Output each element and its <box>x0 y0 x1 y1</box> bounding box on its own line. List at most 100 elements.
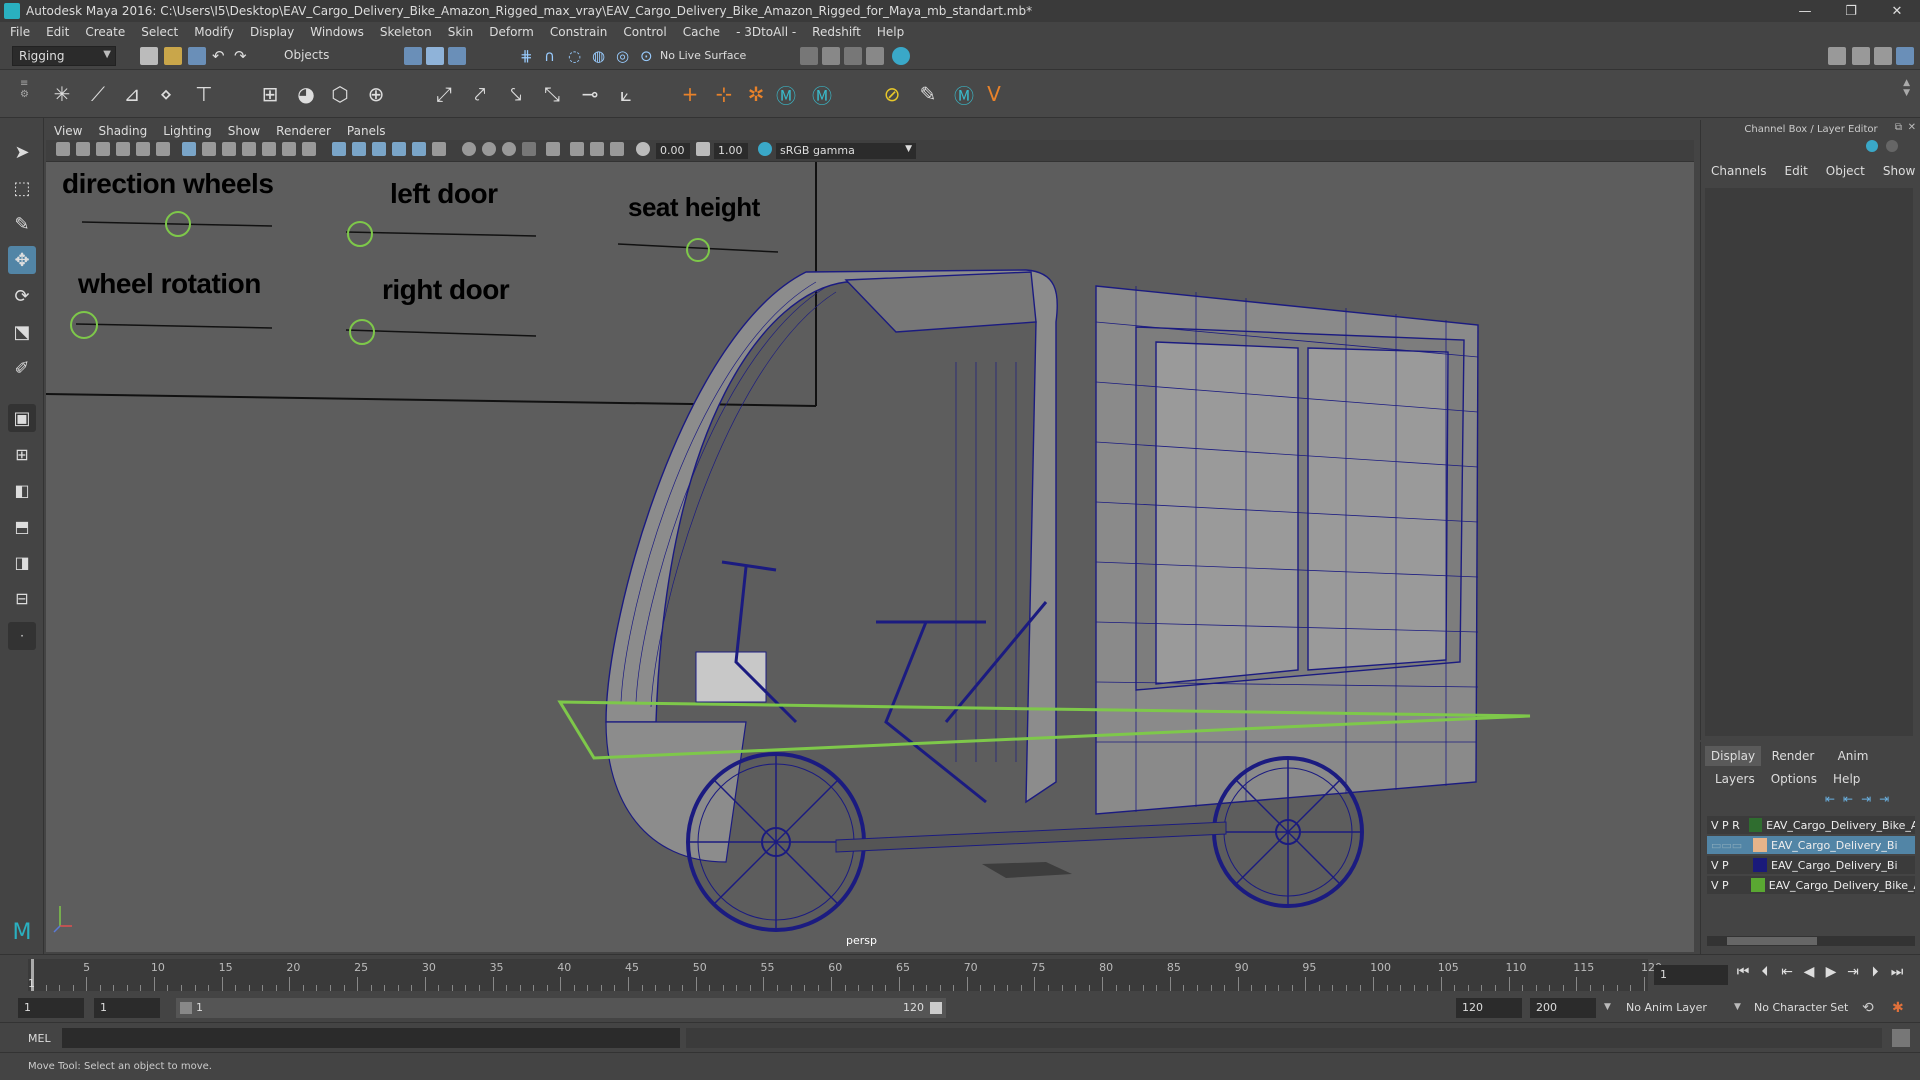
layer-menu-options[interactable]: Options <box>1771 772 1817 786</box>
select-component-icon[interactable] <box>448 47 466 65</box>
layer-flags[interactable]: ▭▭▭ <box>1707 839 1753 852</box>
wheel-rotation-control[interactable] <box>71 312 97 338</box>
parent-constraint-icon[interactable]: ⤥ <box>502 80 530 108</box>
step-back-icon[interactable]: ⏴ <box>1756 963 1774 981</box>
aim-constraint-icon[interactable]: ⊸ <box>576 80 604 108</box>
save-scene-icon[interactable] <box>188 47 206 65</box>
joint-tool-icon[interactable]: ✳ <box>48 80 76 108</box>
2d-pan-zoom-icon[interactable] <box>136 142 150 156</box>
screen-space-ao-icon[interactable] <box>462 142 476 156</box>
play-backwards-icon[interactable]: ◀ <box>1800 963 1818 981</box>
anim-layer-dropdown[interactable]: No Anim Layer <box>1620 998 1730 1018</box>
chevron-down-icon[interactable]: ▼ <box>1734 1002 1741 1012</box>
paint-weights-icon[interactable]: ◕ <box>292 80 320 108</box>
select-tool-icon[interactable]: ➤ <box>8 138 36 166</box>
bookmarks-icon[interactable] <box>96 142 110 156</box>
maximize-button[interactable]: ❐ <box>1828 0 1874 22</box>
menu-select[interactable]: Select <box>141 25 178 39</box>
select-object-icon[interactable] <box>426 47 444 65</box>
undo-icon[interactable]: ↶ <box>212 47 230 65</box>
animation-end-field[interactable]: 200 <box>1530 998 1596 1018</box>
menu-3dtoall[interactable]: - 3DtoAll - <box>736 25 796 39</box>
layer-color-swatch[interactable] <box>1751 878 1765 892</box>
persp-graph-layout-icon[interactable]: ⬒ <box>8 512 36 540</box>
persp-outliner-layout-icon[interactable]: ◧ <box>8 476 36 504</box>
film-gate-icon[interactable] <box>202 142 216 156</box>
xray-components-icon[interactable] <box>610 142 624 156</box>
scale-constraint-icon[interactable]: ⤡ <box>538 80 566 108</box>
timeline-ruler[interactable]: 5 10 15 20 25 30 35 40 45 50 55 60 65 70 75 80 85 90 95 100… <box>28 959 1662 991</box>
close-panel-icon[interactable]: ✕ <box>1908 122 1916 133</box>
step-forward-icon[interactable]: ⏵ <box>1866 963 1884 981</box>
tool-settings-icon[interactable] <box>1874 47 1892 65</box>
left-door-control[interactable] <box>348 222 372 246</box>
anti-aliasing-icon[interactable] <box>502 142 516 156</box>
playback-start-field[interactable]: 1 <box>94 998 160 1018</box>
scale-tool-icon[interactable]: ⬔ <box>8 318 36 346</box>
panel-menu-renderer[interactable]: Renderer <box>276 124 331 138</box>
layer-flags[interactable]: V P <box>1707 879 1751 892</box>
single-perspective-view-icon[interactable]: ▣ <box>8 404 36 432</box>
animation-prefs-icon[interactable]: ✱ <box>1892 1000 1904 1016</box>
character-set-dropdown[interactable]: No Character Set <box>1748 998 1858 1018</box>
channel-box-toggle-icon[interactable] <box>1896 47 1914 65</box>
go-to-start-icon[interactable]: ⏮ <box>1734 963 1752 981</box>
motion-blur-icon[interactable] <box>482 142 496 156</box>
exposure-field[interactable]: 0.00 <box>656 143 690 159</box>
range-slider[interactable]: 1 120 <box>176 998 946 1018</box>
range-slider-end-handle[interactable] <box>930 1002 942 1014</box>
outliner-layout-icon[interactable]: ⊟ <box>8 584 36 612</box>
four-view-layout-icon[interactable]: ⊞ <box>8 440 36 468</box>
menu-windows[interactable]: Windows <box>310 25 364 39</box>
live-surface-label[interactable]: No Live Surface <box>660 49 746 62</box>
wrap-deformer-icon[interactable]: ✎ <box>914 80 942 108</box>
shelf-options-icon[interactable]: ≡ ⚙ <box>20 78 30 112</box>
range-slider-start-handle[interactable] <box>180 1002 192 1014</box>
command-input[interactable] <box>62 1028 680 1048</box>
layer-menu-help[interactable]: Help <box>1833 772 1860 786</box>
layer-action-icons[interactable]: ⇤⇤⇥⇥ <box>1825 792 1897 806</box>
smooth-shade-icon[interactable] <box>352 142 366 156</box>
menu-help[interactable]: Help <box>877 25 904 39</box>
quick-rig-icon[interactable]: Ⓜ <box>950 80 978 108</box>
menu-create[interactable]: Create <box>85 25 125 39</box>
move-tool-icon[interactable]: ✥ <box>8 246 36 274</box>
render-view-icon[interactable] <box>822 47 840 65</box>
hik-character-icon[interactable]: Ⓜ <box>808 80 836 108</box>
channel-box-icon[interactable] <box>1866 140 1878 152</box>
wireframe-on-shaded-icon[interactable] <box>372 142 386 156</box>
minimize-button[interactable]: — <box>1782 0 1828 22</box>
bind-skin-icon[interactable]: ⊞ <box>256 80 284 108</box>
layer-flags[interactable]: V P <box>1707 859 1753 872</box>
xray-joints-icon[interactable] <box>590 142 604 156</box>
menu-constrain[interactable]: Constrain <box>550 25 608 39</box>
cb-menu-channels[interactable]: Channels <box>1711 164 1767 178</box>
script-editor-icon[interactable] <box>1892 1029 1910 1047</box>
shadows-icon[interactable] <box>432 142 446 156</box>
xray-icon[interactable] <box>570 142 584 156</box>
cb-menu-edit[interactable]: Edit <box>1785 164 1808 178</box>
ik-spline-icon[interactable]: ⊿ <box>118 80 146 108</box>
menu-modify[interactable]: Modify <box>194 25 234 39</box>
layer-color-swatch[interactable] <box>1753 858 1767 872</box>
menu-edit[interactable]: Edit <box>46 25 69 39</box>
layer-row[interactable]: V P EAV_Cargo_Delivery_Bike_A <box>1707 876 1915 894</box>
snap-center-icon[interactable]: ⊙ <box>640 47 658 65</box>
play-forwards-icon[interactable]: ▶ <box>1822 963 1840 981</box>
panel-menu-show[interactable]: Show <box>228 124 260 138</box>
textured-icon[interactable] <box>392 142 406 156</box>
attribute-editor-icon[interactable] <box>1852 47 1870 65</box>
go-to-end-icon[interactable]: ⏭ <box>1888 963 1906 981</box>
seat-height-control[interactable] <box>687 239 709 261</box>
use-all-lights-icon[interactable] <box>412 142 426 156</box>
layer-color-swatch[interactable] <box>1753 838 1767 852</box>
scrollbar-thumb[interactable] <box>1727 937 1817 945</box>
blend-shape-icon[interactable]: ⊘ <box>878 80 906 108</box>
snap-grid-icon[interactable]: ⋕ <box>520 47 538 65</box>
perspective-viewport[interactable]: direction wheels left door seat height w… <box>46 162 1694 952</box>
menu-redshift[interactable]: Redshift <box>812 25 861 39</box>
playback-end-field[interactable]: 120 <box>1456 998 1522 1018</box>
select-hierarchy-icon[interactable] <box>404 47 422 65</box>
grid-toggle-icon[interactable] <box>182 142 196 156</box>
step-back-key-icon[interactable]: ⇤ <box>1778 963 1796 981</box>
